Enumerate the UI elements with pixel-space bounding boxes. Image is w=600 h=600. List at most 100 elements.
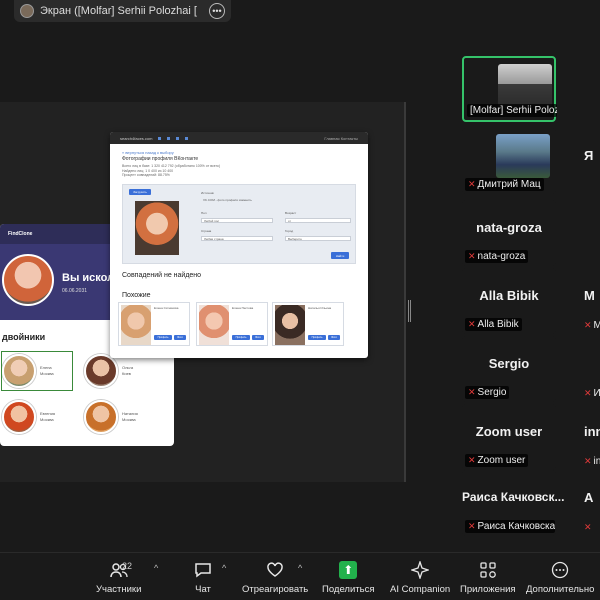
more-button[interactable]: Дополнительно (526, 559, 594, 595)
participants-count: 22 (122, 561, 133, 571)
meeting-toolbar: 22 Участники ^ Чат ^ Отреагировать ^ ⬆ П… (0, 552, 600, 600)
search4faces-nav[interactable]: Главная Контакты (324, 136, 358, 141)
similar-card[interactable]: Елена Ситникова Профиль Фото (118, 302, 190, 346)
participant-name: ✕Ин (584, 388, 600, 399)
participant-name-text: Ин (593, 388, 600, 399)
twins-heading: двойники (2, 332, 46, 342)
chevron-up-icon[interactable]: ^ (222, 563, 226, 573)
participants-label: Участники (96, 584, 142, 595)
similar-card[interactable]: Елена Пестова Профиль Фото (196, 302, 268, 346)
participant-display-name: inn (584, 424, 600, 439)
apps-button[interactable]: Приложения (460, 559, 516, 595)
twin-name: Евгения (40, 411, 55, 416)
twin-card[interactable]: Евгения Москва (2, 398, 72, 436)
photo-button[interactable]: Фото (174, 335, 186, 340)
back-link[interactable]: « вернуться назад к выбору (122, 150, 174, 155)
city-select[interactable]: Выберите (285, 236, 351, 241)
heart-icon (264, 559, 286, 581)
participant-display-name: М (584, 288, 595, 303)
participant-name: [Molfar] Serhii Polozhai [S (467, 104, 557, 117)
muted-mic-icon: ✕ (468, 251, 476, 261)
participant-tile[interactable]: nata-groza ✕ nata-groza (462, 200, 556, 266)
sparkle-icon (409, 559, 431, 581)
page-title: Фотографии профиля ВКонтакте (122, 156, 199, 162)
twin-name: Елена (40, 365, 52, 370)
participant-display-name: А (584, 490, 594, 505)
screen-share-bar[interactable]: Экран ([Molfar] Serhii Polozhai [ ••• (14, 0, 231, 22)
search4faces-brand[interactable]: search4faces.com (120, 136, 152, 141)
profile-button[interactable]: Профиль (308, 335, 326, 340)
search-panel: Загрузить Источник VK.COM - фото профиля… (122, 184, 356, 264)
stats-text: Всего лиц в базе: 1 320 412 792 (обработ… (122, 164, 221, 177)
participant-name-text: Alla Bibik (477, 319, 519, 330)
search-photo (2, 254, 54, 306)
chat-button[interactable]: Чат (192, 559, 214, 595)
participant-name-text: М (593, 320, 600, 331)
muted-mic-icon: ✕ (584, 320, 592, 330)
country-select[interactable]: Любая страна (201, 236, 273, 241)
hero-date: 06.06.2031 (62, 288, 88, 294)
participant-tile-clipped[interactable]: М ✕ М (584, 268, 600, 334)
twin-card[interactable]: Наталия Москва (84, 398, 154, 436)
participant-name: ✕inn (584, 456, 600, 467)
social-icon[interactable] (167, 136, 171, 140)
similar-photo (121, 305, 151, 345)
search-button[interactable]: Найти (331, 252, 349, 259)
participant-tile-clipped[interactable]: А ✕ (584, 470, 600, 536)
profile-button[interactable]: Профиль (232, 335, 250, 340)
social-icon[interactable] (176, 136, 180, 140)
chat-icon (192, 559, 214, 581)
social-icon[interactable] (185, 136, 189, 140)
share-icon-wrap: ⬆ (337, 559, 359, 581)
twin-card[interactable]: Елена Москва (1, 351, 73, 391)
ellipsis-icon[interactable]: ••• (208, 3, 225, 19)
participant-tile[interactable]: Alla Bibik ✕ Alla Bibik (462, 268, 556, 334)
participant-name-text: Zoom user (477, 455, 526, 466)
participant-name-text: Дмитрий Мац (477, 179, 541, 190)
participant-name-text: Sergio (477, 387, 507, 398)
twin-photo (84, 354, 118, 388)
chevron-up-icon[interactable]: ^ (154, 563, 158, 573)
twin-photo (2, 400, 36, 434)
photo-button[interactable]: Фото (328, 335, 340, 340)
muted-mic-icon: ✕ (584, 522, 592, 532)
participant-tile[interactable]: Sergio ✕ Sergio (462, 336, 556, 402)
participant-video (496, 134, 550, 178)
participant-tile-clipped[interactable]: inn✕inn (584, 404, 600, 470)
participant-tile-clipped[interactable]: Я (584, 128, 600, 194)
source-field[interactable]: VK.COM - фото профиля изменить (201, 198, 271, 203)
chevron-up-icon[interactable]: ^ (298, 563, 302, 573)
participant-name-text: inn (593, 456, 600, 467)
age-select[interactable]: от (285, 218, 351, 223)
muted-mic-icon: ✕ (468, 319, 476, 329)
gender-select[interactable]: Любой пол (201, 218, 273, 223)
resize-handle[interactable] (408, 300, 412, 322)
ai-companion-label: AI Companion (390, 584, 451, 595)
participant-name-text: [Molfar] Serhii Polozhai [S (470, 105, 557, 116)
participant-name: ✕ Раиса Качковская (465, 520, 555, 533)
participant-name: ✕ nata-groza (465, 250, 529, 263)
social-icon[interactable] (158, 136, 162, 140)
twin-photo (84, 400, 118, 434)
ai-companion-button[interactable]: AI Companion (390, 559, 450, 595)
more-icon (549, 559, 571, 581)
participant-tile[interactable]: ✕ Дмитрий Мац (462, 128, 556, 194)
query-photo (135, 201, 179, 255)
participant-display-name: Я (584, 148, 594, 163)
participants-button[interactable]: 22 Участники (96, 559, 141, 595)
profile-button[interactable]: Профиль (154, 335, 172, 340)
similar-card[interactable]: Наталья Ильина Профиль Фото (272, 302, 344, 346)
participant-name: ✕ Дмитрий Мац (465, 178, 544, 191)
twin-name: Ольга (122, 365, 134, 370)
participant-tile-clipped[interactable]: ✕Ин (584, 336, 600, 402)
upload-button[interactable]: Загрузить (129, 189, 151, 195)
participant-tile[interactable]: [Molfar] Serhii Polozhai [S (462, 56, 557, 122)
participant-tile[interactable]: Zoom user ✕ Zoom user (462, 404, 556, 470)
participant-display-name: Alla Bibik (479, 288, 539, 303)
share-button[interactable]: ⬆ Поделиться (322, 559, 374, 595)
participant-tile[interactable]: Раиса Качковск... ✕ Раиса Качковская (462, 470, 564, 536)
similar-photo (199, 305, 229, 345)
photo-button[interactable]: Фото (252, 335, 264, 340)
chat-label: Чат (195, 584, 211, 595)
search4faces-window: search4faces.com Главная Контакты « верн… (110, 132, 368, 358)
